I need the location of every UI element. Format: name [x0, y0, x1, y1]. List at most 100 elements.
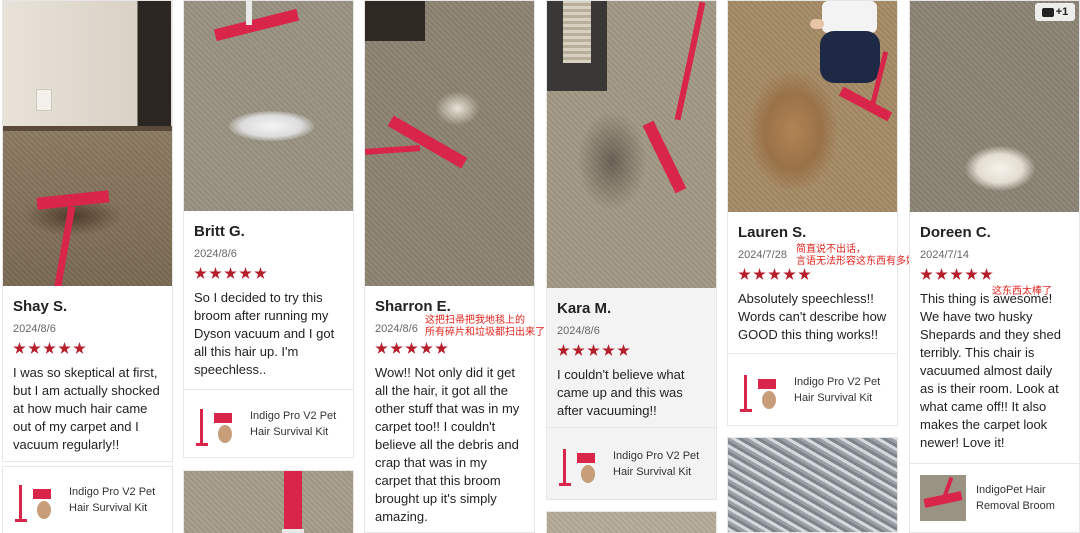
star-icon: [738, 268, 751, 280]
star-icon: [768, 268, 781, 280]
product-name: Indigo Pro V2 Pet Hair Survival Kit: [613, 449, 700, 478]
star-icon: [43, 342, 56, 354]
star-rating: [194, 267, 343, 281]
product-name: Indigo Pro V2 Pet Hair Survival Kit: [250, 409, 337, 438]
star-icon: [935, 268, 948, 280]
star-icon: [783, 268, 796, 280]
review-photo[interactable]: [728, 438, 897, 532]
product-link[interactable]: IndigoPet Hair Removal Broom: [910, 463, 1079, 531]
star-icon: [617, 344, 630, 356]
product-name: IndigoPet Hair Removal Broom: [976, 483, 1055, 512]
star-icon: [602, 344, 615, 356]
annotation-line: 这把扫帚把我地毯上的: [425, 315, 525, 326]
reviewer-name: Britt G.: [194, 223, 245, 240]
review-column-1: Shay S. 2024/8/6 I was so skeptical at f…: [2, 0, 173, 533]
annotation-note: 这把扫帚把我地毯上的 所有碎片和垃圾都扫出来了: [425, 315, 545, 339]
camera-icon: [1041, 7, 1054, 17]
annotation-line: 言语无法形容这东西有多好: [796, 256, 916, 267]
review-photo[interactable]: [547, 1, 716, 288]
star-icon: [587, 344, 600, 356]
review-date: 2024/8/6: [557, 325, 600, 337]
product-thumbnail: [13, 477, 59, 523]
annotation-note: 简直说不出话， 言语无法形容这东西有多好: [796, 244, 916, 268]
star-icon: [73, 342, 86, 354]
star-icon: [375, 342, 388, 354]
star-icon: [239, 267, 252, 279]
product-link[interactable]: Indigo Pro V2 Pet Hair Survival Kit: [184, 389, 353, 457]
review-column-6: +1 Doreen C. 2024/7/14 This thing is awe…: [909, 0, 1080, 533]
product-thumbnail: [557, 441, 603, 487]
star-icon: [572, 344, 585, 356]
media-count: +1: [1055, 6, 1069, 18]
star-icon: [194, 267, 207, 279]
product-thumbnail: [194, 401, 240, 447]
review-photo[interactable]: [547, 512, 716, 533]
star-rating: [557, 344, 706, 358]
review-date: 2024/8/6: [194, 248, 237, 260]
star-icon: [753, 268, 766, 280]
product-link[interactable]: Indigo Pro V2 Pet Hair Survival Kit: [728, 353, 897, 425]
annotation-line: 所有碎片和垃圾都扫出来了: [425, 327, 545, 338]
review-text: So I decided to try this broom after run…: [194, 290, 335, 377]
review-card[interactable]: [546, 511, 717, 533]
review-text: Absolutely speechless!! Words can't desc…: [738, 291, 887, 342]
review-column-4: Kara M. 2024/8/6 I couldn't believe what…: [546, 0, 717, 533]
review-photo[interactable]: [184, 471, 353, 533]
review-card[interactable]: Shay S. 2024/8/6 I was so skeptical at f…: [2, 0, 173, 462]
product-link[interactable]: Indigo Pro V2 Pet Hair Survival Kit: [547, 427, 716, 499]
review-date: 2024/7/14: [920, 249, 969, 261]
star-icon: [420, 342, 433, 354]
review-text: This thing is awesome! We have two husky…: [920, 291, 1061, 450]
review-card[interactable]: Kara M. 2024/8/6 I couldn't believe what…: [546, 0, 717, 500]
star-icon: [254, 267, 267, 279]
reviewer-name: Sharron E.: [375, 298, 451, 315]
review-date: 2024/8/6: [13, 323, 56, 335]
star-rating: [738, 268, 887, 282]
star-icon: [950, 268, 963, 280]
review-photo[interactable]: [184, 1, 353, 211]
annotation-line: 这东西太棒了: [992, 286, 1052, 297]
review-photo[interactable]: [3, 1, 172, 286]
star-icon: [920, 268, 933, 280]
review-card[interactable]: +1 Doreen C. 2024/7/14 This thing is awe…: [909, 0, 1080, 533]
star-icon: [405, 342, 418, 354]
star-icon: [13, 342, 26, 354]
star-rating: [920, 268, 1069, 282]
review-card[interactable]: Lauren S. 2024/7/28 Absolutely speechles…: [727, 0, 898, 426]
star-icon: [965, 268, 978, 280]
review-photo[interactable]: [728, 1, 897, 212]
review-column-2: Britt G. 2024/8/6 So I decided to try th…: [183, 0, 354, 533]
reviewer-name: Kara M.: [557, 300, 612, 317]
product-thumbnail: [738, 367, 784, 413]
review-column-3: Sharron E. 2024/8/6 Wow!! Not only did i…: [364, 0, 535, 533]
review-photo[interactable]: +1: [910, 1, 1079, 212]
media-count-badge[interactable]: +1: [1035, 3, 1075, 21]
product-thumbnail: [920, 474, 966, 521]
star-icon: [980, 268, 993, 280]
star-icon: [28, 342, 41, 354]
star-icon: [798, 268, 811, 280]
product-name: Indigo Pro V2 Pet Hair Survival Kit: [69, 486, 156, 514]
star-icon: [435, 342, 448, 354]
review-text: I couldn't believe what came up and this…: [557, 367, 685, 418]
star-icon: [224, 267, 237, 279]
star-rating: [375, 342, 524, 356]
reviewer-name: Doreen C.: [920, 224, 991, 241]
reviewer-name: Lauren S.: [738, 224, 807, 241]
star-icon: [58, 342, 71, 354]
star-rating: [13, 342, 162, 356]
review-text: I was so skeptical at first, but I am ac…: [13, 365, 160, 452]
review-card[interactable]: [183, 470, 354, 533]
star-icon: [557, 344, 570, 356]
product-link[interactable]: Indigo Pro V2 Pet Hair Survival Kit: [2, 466, 173, 533]
review-card[interactable]: Sharron E. 2024/8/6 Wow!! Not only did i…: [364, 0, 535, 533]
star-icon: [209, 267, 222, 279]
review-text: Wow!! Not only did it get all the hair, …: [375, 365, 520, 524]
review-photo[interactable]: [365, 1, 534, 286]
review-card[interactable]: Britt G. 2024/8/6 So I decided to try th…: [183, 0, 354, 458]
review-card[interactable]: [727, 437, 898, 533]
reviewer-name: Shay S.: [13, 298, 68, 315]
star-icon: [390, 342, 403, 354]
product-name: Indigo Pro V2 Pet Hair Survival Kit: [794, 375, 881, 404]
annotation-line: 简直说不出话，: [796, 244, 866, 255]
